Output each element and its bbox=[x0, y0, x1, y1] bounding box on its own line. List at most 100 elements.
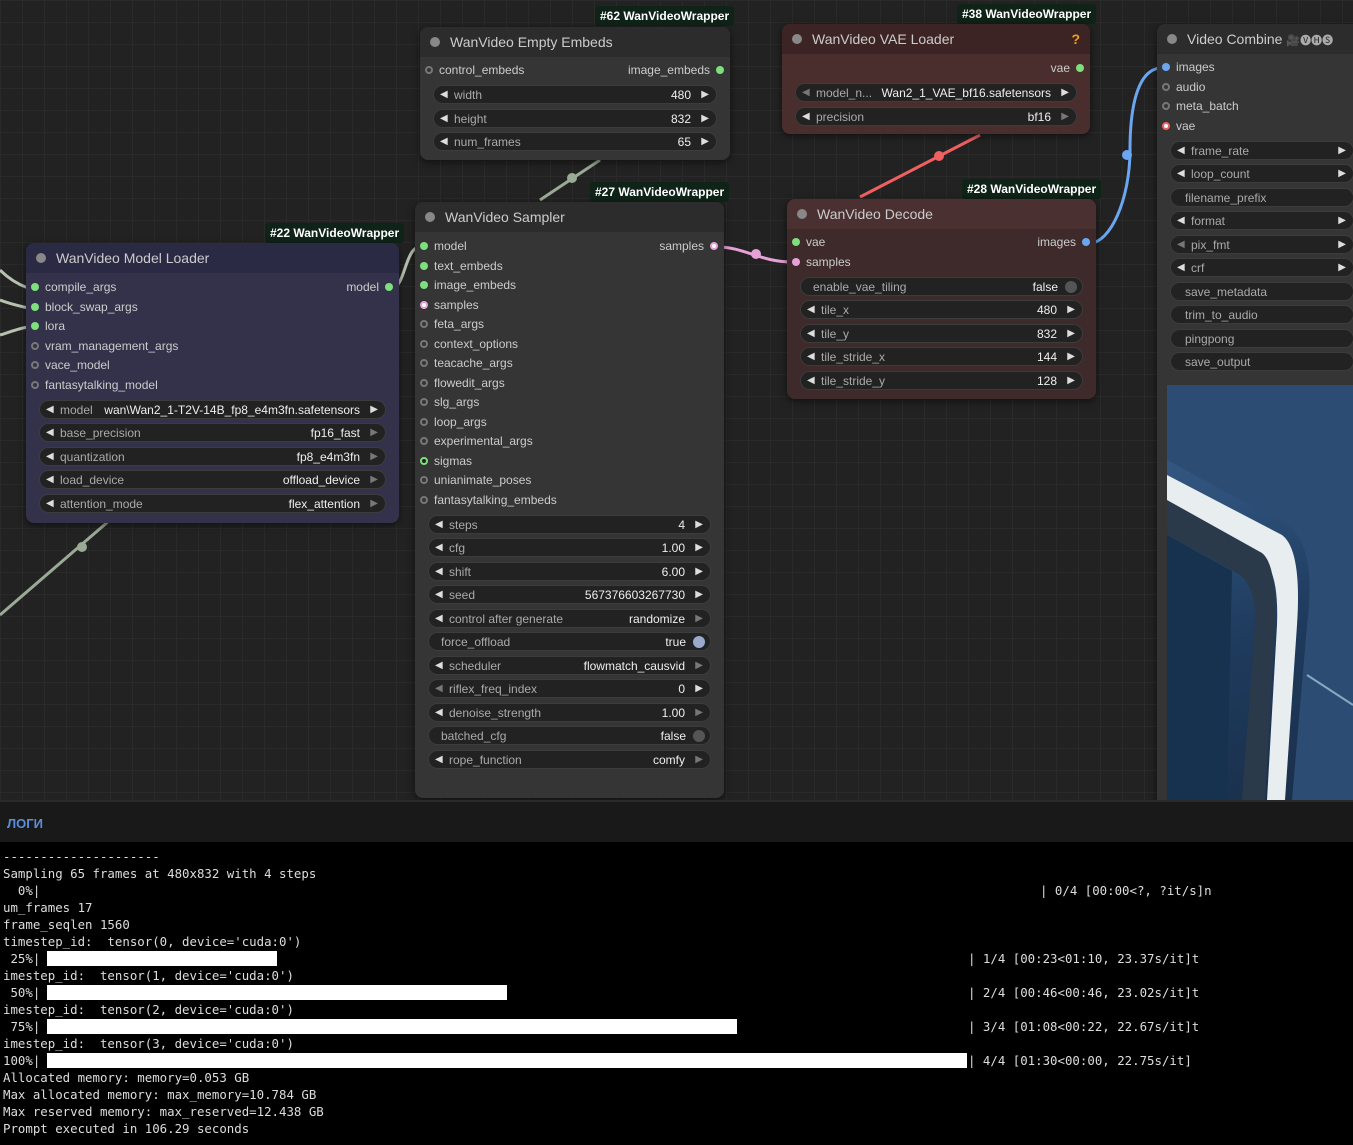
input-slot-icon[interactable] bbox=[31, 302, 39, 311]
arrow-left-icon[interactable]: ◀ bbox=[435, 754, 443, 765]
widget-enable-vae-tiling[interactable]: enable_vae_tiling false bbox=[800, 276, 1083, 296]
widget-base-precision[interactable]: ◀ ▶ base_precision fp16_fast bbox=[39, 423, 386, 442]
arrow-right-icon[interactable]: ▶ bbox=[1067, 351, 1075, 362]
arrow-left-icon[interactable]: ◀ bbox=[440, 136, 448, 147]
widget-width[interactable]: ◀ ▶ width 480 bbox=[433, 85, 717, 104]
arrow-left-icon[interactable]: ◀ bbox=[435, 707, 443, 718]
widget-save-output[interactable]: save_output bbox=[1170, 352, 1353, 371]
arrow-left-icon[interactable]: ◀ bbox=[807, 375, 815, 386]
input-slot-icon[interactable] bbox=[792, 257, 800, 266]
input-slot-icon[interactable] bbox=[420, 242, 428, 250]
node-title-bar[interactable]: WanVideo Empty Embeds bbox=[420, 27, 730, 57]
widget-steps[interactable]: ◀ ▶ steps 4 bbox=[428, 514, 711, 534]
arrow-left-icon[interactable]: ◀ bbox=[1177, 145, 1185, 156]
input-slot-icon[interactable] bbox=[31, 341, 39, 350]
node-vae-loader[interactable]: WanVideo VAE Loader? vae ◀ ▶ model_n... Wan… bbox=[782, 24, 1090, 134]
arrow-right-icon[interactable]: ▶ bbox=[1338, 239, 1346, 250]
arrow-right-icon[interactable]: ▶ bbox=[1067, 375, 1075, 386]
arrow-right-icon[interactable]: ▶ bbox=[1338, 215, 1346, 226]
toggle-knob-icon[interactable] bbox=[693, 636, 705, 648]
node-decode[interactable]: WanVideo Decode vae images samples enable_… bbox=[787, 199, 1096, 399]
toggle-knob-icon[interactable] bbox=[693, 730, 705, 742]
widget-attention-mode[interactable]: ◀ ▶ attention_mode flex_attention bbox=[39, 493, 386, 513]
arrow-right-icon[interactable]: ▶ bbox=[695, 589, 703, 600]
arrow-left-icon[interactable]: ◀ bbox=[807, 304, 815, 315]
arrow-right-icon[interactable]: ▶ bbox=[701, 113, 709, 124]
arrow-left-icon[interactable]: ◀ bbox=[1177, 168, 1185, 179]
video-preview-image[interactable] bbox=[1167, 385, 1353, 800]
arrow-left-icon[interactable]: ◀ bbox=[46, 498, 54, 509]
collapse-dot-icon[interactable] bbox=[430, 37, 440, 47]
input-slot-icon[interactable] bbox=[420, 300, 428, 309]
arrow-left-icon[interactable]: ◀ bbox=[435, 589, 443, 600]
input-slot-icon[interactable] bbox=[31, 283, 39, 291]
widget-shift[interactable]: ◀ ▶ shift 6.00 bbox=[428, 561, 711, 581]
arrow-right-icon[interactable]: ▶ bbox=[695, 683, 703, 694]
node-title-bar[interactable]: WanVideo VAE Loader? bbox=[782, 24, 1090, 54]
arrow-right-icon[interactable]: ▶ bbox=[1061, 111, 1069, 122]
arrow-left-icon[interactable]: ◀ bbox=[1177, 239, 1185, 250]
widget-pingpong[interactable]: pingpong bbox=[1170, 328, 1353, 348]
node-title-bar[interactable]: WanVideo Sampler bbox=[415, 202, 724, 232]
widget-tile-stride-y[interactable]: ◀ ▶ tile_stride_y 128 bbox=[800, 370, 1083, 390]
arrow-right-icon[interactable]: ▶ bbox=[370, 498, 378, 509]
collapse-dot-icon[interactable] bbox=[792, 34, 802, 44]
arrow-right-icon[interactable]: ▶ bbox=[370, 404, 378, 415]
widget-filename-prefix[interactable]: filename_prefix bbox=[1170, 187, 1353, 207]
collapse-dot-icon[interactable] bbox=[425, 212, 435, 222]
node-graph-canvas[interactable]: #62 WanVideoWrapper #38 WanVideoWrapper … bbox=[0, 0, 1353, 800]
arrow-right-icon[interactable]: ▶ bbox=[695, 707, 703, 718]
widget-tile-x[interactable]: ◀ ▶ tile_x 480 bbox=[800, 300, 1083, 319]
input-slot-icon[interactable] bbox=[420, 476, 428, 484]
widget-model[interactable]: ◀ ▶ model wan\Wan2_1-T2V-14B_fp8_e4m3fn.saf… bbox=[39, 399, 386, 419]
output-slot-icon[interactable] bbox=[1076, 64, 1084, 72]
arrow-left-icon[interactable]: ◀ bbox=[435, 613, 443, 624]
node-empty-embeds[interactable]: WanVideo Empty Embeds control_embeds ima… bbox=[420, 27, 730, 160]
widget-batched-cfg[interactable]: batched_cfg false bbox=[428, 726, 711, 745]
widget-format[interactable]: ◀ ▶ format bbox=[1170, 211, 1353, 230]
input-slot-icon[interactable] bbox=[420, 456, 428, 465]
widget-rope-function[interactable]: ◀ ▶ rope_function comfy bbox=[428, 749, 711, 769]
node-sampler[interactable]: WanVideo Sampler model samples text_embeds… bbox=[415, 202, 724, 798]
widget-pix-fmt[interactable]: ◀ ▶ pix_fmt bbox=[1170, 234, 1353, 254]
input-slot-icon[interactable] bbox=[31, 380, 39, 389]
arrow-right-icon[interactable]: ▶ bbox=[695, 660, 703, 671]
widget-num-frames[interactable]: ◀ ▶ num_frames 65 bbox=[433, 132, 717, 151]
arrow-left-icon[interactable]: ◀ bbox=[46, 451, 54, 462]
input-slot-icon[interactable] bbox=[1162, 102, 1170, 110]
node-title-bar[interactable]: Video Combine 🎥🅥🅗🅢 bbox=[1157, 24, 1353, 54]
arrow-right-icon[interactable]: ▶ bbox=[1067, 328, 1075, 339]
output-slot-icon[interactable] bbox=[1082, 238, 1090, 246]
arrow-right-icon[interactable]: ▶ bbox=[1061, 87, 1069, 98]
widget-frame-rate[interactable]: ◀ ▶ frame_rate bbox=[1170, 140, 1353, 160]
arrow-right-icon[interactable]: ▶ bbox=[695, 754, 703, 765]
widget-cfg[interactable]: ◀ ▶ cfg 1.00 bbox=[428, 538, 711, 557]
arrow-right-icon[interactable]: ▶ bbox=[1338, 145, 1346, 156]
input-slot-icon[interactable] bbox=[420, 495, 428, 504]
widget-loop-count[interactable]: ◀ ▶ loop_count bbox=[1170, 164, 1353, 183]
output-slot-icon[interactable] bbox=[385, 283, 393, 291]
input-slot-icon[interactable] bbox=[425, 66, 433, 74]
arrow-right-icon[interactable]: ▶ bbox=[701, 136, 709, 147]
arrow-left-icon[interactable]: ◀ bbox=[435, 660, 443, 671]
widget-denoise-strength[interactable]: ◀ ▶ denoise_strength 1.00 bbox=[428, 702, 711, 722]
input-slot-icon[interactable] bbox=[31, 322, 39, 330]
widget-precision[interactable]: ◀ ▶ precision bf16 bbox=[795, 106, 1077, 126]
collapse-dot-icon[interactable] bbox=[36, 253, 46, 263]
arrow-left-icon[interactable]: ◀ bbox=[802, 87, 810, 98]
input-slot-icon[interactable] bbox=[420, 261, 428, 270]
arrow-right-icon[interactable]: ▶ bbox=[1338, 262, 1346, 273]
help-icon[interactable]: ? bbox=[1071, 24, 1080, 54]
arrow-left-icon[interactable]: ◀ bbox=[435, 566, 443, 577]
input-slot-icon[interactable] bbox=[420, 378, 428, 387]
arrow-left-icon[interactable]: ◀ bbox=[46, 474, 54, 485]
input-slot-icon[interactable] bbox=[420, 359, 428, 367]
widget-quantization[interactable]: ◀ ▶ quantization fp8_e4m3fn bbox=[39, 446, 386, 466]
input-slot-icon[interactable] bbox=[420, 417, 428, 426]
widget-control-after-generate[interactable]: ◀ ▶ control after generate randomize bbox=[428, 608, 711, 628]
arrow-left-icon[interactable]: ◀ bbox=[435, 519, 443, 530]
arrow-left-icon[interactable]: ◀ bbox=[440, 113, 448, 124]
widget-seed[interactable]: ◀ ▶ seed 567376603267730 bbox=[428, 585, 711, 604]
arrow-left-icon[interactable]: ◀ bbox=[1177, 262, 1185, 273]
widget-crf[interactable]: ◀ ▶ crf bbox=[1170, 258, 1353, 277]
